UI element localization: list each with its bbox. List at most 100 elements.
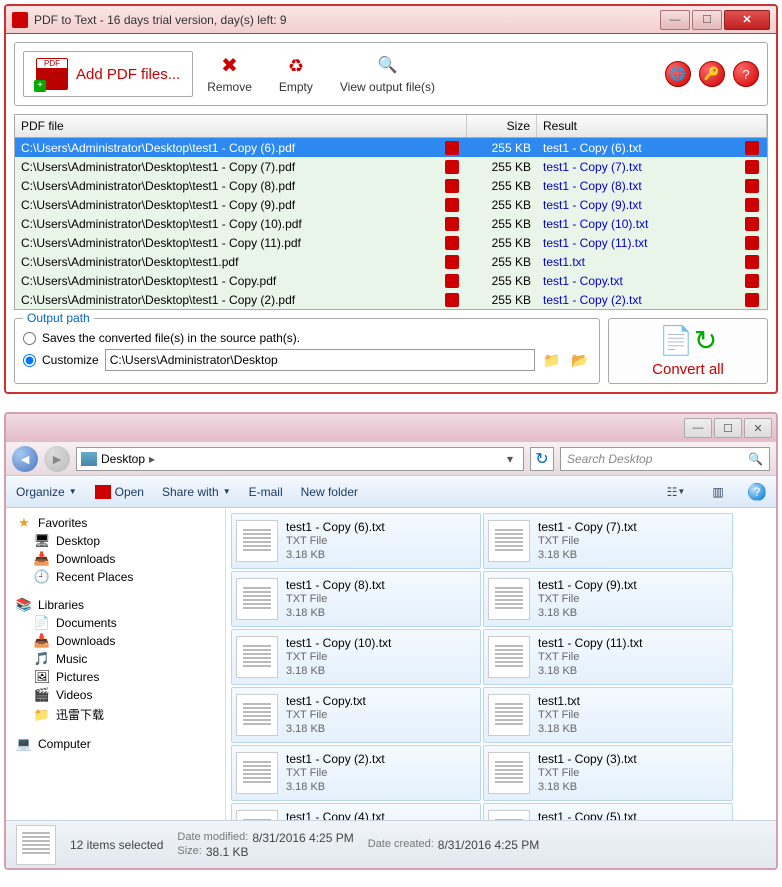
sidebar-computer[interactable]: 💻Computer [6,735,225,753]
table-row[interactable]: C:\Users\Administrator\Desktop\test1 - C… [15,138,767,157]
sidebar-item[interactable]: 🕘Recent Places [6,568,225,586]
customize-path-input[interactable] [105,349,535,371]
remove-button[interactable]: ✖ Remove [197,53,262,96]
save-source-label: Saves the converted file(s) in the sourc… [42,331,300,345]
output-path-legend: Output path [23,311,94,325]
save-source-radio[interactable] [23,332,36,345]
library-icon: 📄 [34,616,50,630]
pdf-add-icon [36,58,68,90]
open-icon [95,485,111,499]
exp-close-button[interactable]: ✕ [744,418,772,438]
col-header-size[interactable]: Size [467,115,537,137]
breadcrumb-desktop[interactable]: Desktop [101,452,145,466]
email-button[interactable]: E-mail [249,485,283,499]
result-file-icon [745,179,759,193]
file-tile[interactable]: test1 - Copy (11).txtTXT File3.18 KB [483,629,733,685]
file-tile[interactable]: test1 - Copy (3).txtTXT File3.18 KB [483,745,733,801]
help-button[interactable]: ? [733,61,759,87]
library-icon: 🖼 [34,670,50,684]
table-row[interactable]: C:\Users\Administrator\Desktop\test1 - C… [15,176,767,195]
recycle-icon: ♻ [285,55,307,77]
file-tile[interactable]: test1 - Copy (9).txtTXT File3.18 KB [483,571,733,627]
status-bar: 12 items selected Date modified:8/31/201… [6,820,776,868]
preview-pane-button[interactable]: ▥ [706,481,730,503]
explorer-window: — ☐ ✕ ◄ ► Desktop ▸ ▾ ↻ Search Desktop 🔍… [4,412,778,870]
nav-back-button[interactable]: ◄ [12,446,38,472]
window-title: PDF to Text - 16 days trial version, day… [34,13,658,27]
files-area[interactable]: test1 - Copy (6).txtTXT File3.18 KBtest1… [226,508,776,820]
txt-file-icon [236,810,278,820]
empty-button[interactable]: ♻ Empty [266,53,326,96]
new-folder-button[interactable]: New folder [301,485,358,499]
file-tile[interactable]: test1 - Copy.txtTXT File3.18 KB [231,687,481,743]
explorer-titlebar[interactable]: — ☐ ✕ [6,414,776,442]
sidebar-item[interactable]: 🖥Desktop [6,532,225,550]
add-pdf-files-button[interactable]: Add PDF files... [23,51,193,97]
txt-file-icon [488,694,530,736]
open-folder-button[interactable]: 📂 [569,350,591,370]
table-row[interactable]: C:\Users\Administrator\Desktop\test1 - C… [15,214,767,233]
sidebar-item[interactable]: 🎬Videos [6,686,225,704]
sidebar-libraries[interactable]: 📚Libraries [6,596,225,614]
table-row[interactable]: C:\Users\Administrator\Desktop\test1 - C… [15,233,767,252]
exp-maximize-button[interactable]: ☐ [714,418,742,438]
table-row[interactable]: C:\Users\Administrator\Desktop\test1 - C… [15,195,767,214]
nav-forward-button[interactable]: ► [44,446,70,472]
convert-all-button[interactable]: 📄↻ Convert all [608,318,768,384]
view-options-button[interactable]: ☷▼ [664,481,688,503]
table-row[interactable]: C:\Users\Administrator\Desktop\test1 - C… [15,157,767,176]
sidebar-item[interactable]: 📁迅雷下载 [6,704,225,725]
file-tile[interactable]: test1 - Copy (10).txtTXT File3.18 KB [231,629,481,685]
sidebar-favorites[interactable]: ★Favorites [6,514,225,532]
file-tile[interactable]: test1.txtTXT File3.18 KB [483,687,733,743]
search-icon: 🔍 [748,452,763,466]
breadcrumb-arrow-icon[interactable]: ▸ [149,452,155,466]
col-header-result[interactable]: Result [537,115,767,137]
sidebar-item[interactable]: 📥Downloads [6,632,225,650]
grid-body[interactable]: C:\Users\Administrator\Desktop\test1 - C… [15,138,767,309]
titlebar[interactable]: PDF to Text - 16 days trial version, day… [6,6,776,34]
output-path-group: Output path Saves the converted file(s) … [14,318,600,384]
file-tile[interactable]: test1 - Copy (5).txtTXT File3.18 KB [483,803,733,820]
grid-header: PDF file Size Result [15,115,767,138]
txt-file-icon [488,520,530,562]
address-bar[interactable]: Desktop ▸ ▾ [76,447,524,471]
explorer-sidebar: ★Favorites 🖥Desktop📥Downloads🕘Recent Pla… [6,508,226,820]
txt-file-icon [488,810,530,820]
result-file-icon [745,160,759,174]
sidebar-item[interactable]: 📄Documents [6,614,225,632]
website-button[interactable]: 🌐 [665,61,691,87]
organize-menu[interactable]: Organize▼ [16,485,77,499]
sidebar-item[interactable]: 🖼Pictures [6,668,225,686]
register-button[interactable]: 🔑 [699,61,725,87]
file-tile[interactable]: test1 - Copy (6).txtTXT File3.18 KB [231,513,481,569]
view-output-button[interactable]: 🔍 View output file(s) [330,53,445,96]
search-input[interactable]: Search Desktop 🔍 [560,447,770,471]
share-with-menu[interactable]: Share with▼ [162,485,231,499]
file-tile[interactable]: test1 - Copy (4).txtTXT File3.18 KB [231,803,481,820]
close-button[interactable]: ✕ [724,10,770,30]
open-button[interactable]: Open [95,485,144,499]
explorer-help-button[interactable]: ? [748,483,766,501]
address-dropdown-icon[interactable]: ▾ [501,452,519,466]
maximize-button[interactable]: ☐ [692,10,722,30]
view-output-icon: 🔍 [376,55,398,77]
table-row[interactable]: C:\Users\Administrator\Desktop\test1 - C… [15,290,767,309]
table-row[interactable]: C:\Users\Administrator\Desktop\test1 - C… [15,271,767,290]
table-row[interactable]: C:\Users\Administrator\Desktop\test1.pdf… [15,252,767,271]
explorer-toolbar: Organize▼ Open Share with▼ E-mail New fo… [6,476,776,508]
refresh-button[interactable]: ↻ [530,447,554,471]
minimize-button[interactable]: — [660,10,690,30]
sidebar-item[interactable]: 🎵Music [6,650,225,668]
txt-file-icon [236,636,278,678]
file-tile[interactable]: test1 - Copy (2).txtTXT File3.18 KB [231,745,481,801]
library-icon: 🎵 [34,652,50,666]
file-tile[interactable]: test1 - Copy (8).txtTXT File3.18 KB [231,571,481,627]
file-tile[interactable]: test1 - Copy (7).txtTXT File3.18 KB [483,513,733,569]
col-header-file[interactable]: PDF file [15,115,467,137]
customize-radio[interactable] [23,354,36,367]
pdf-file-icon [445,179,459,193]
sidebar-item[interactable]: 📥Downloads [6,550,225,568]
exp-minimize-button[interactable]: — [684,418,712,438]
browse-folder-button[interactable]: 📁 [541,350,563,370]
